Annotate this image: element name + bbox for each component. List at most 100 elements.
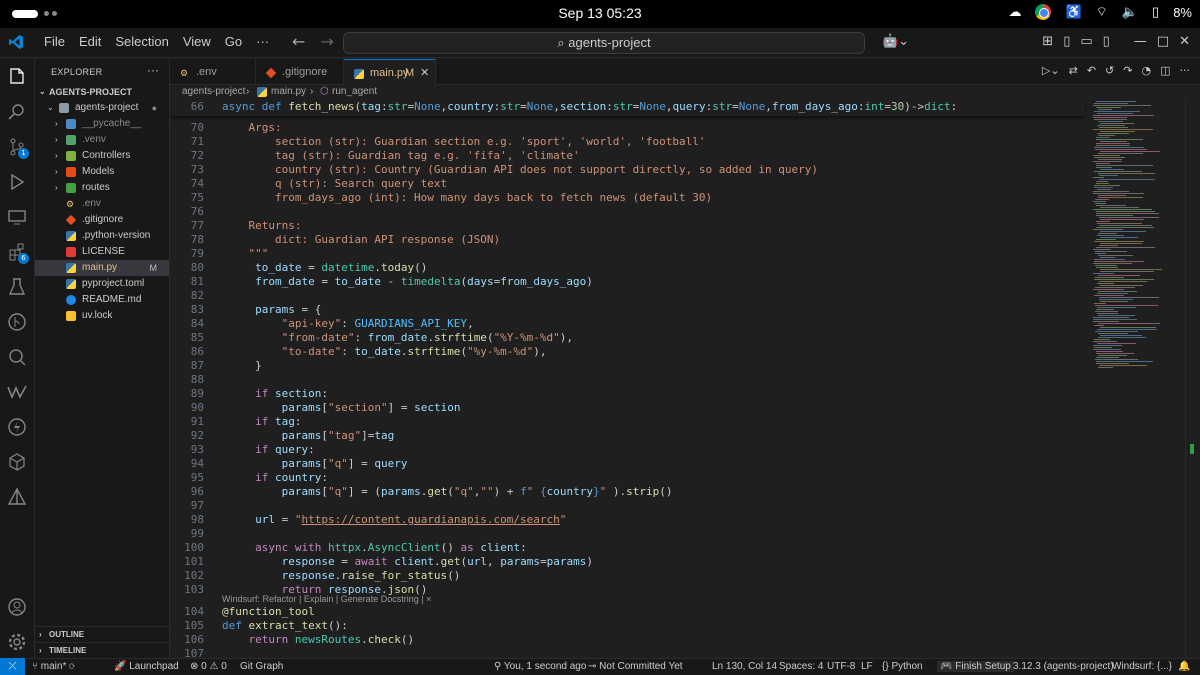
git-graph-button[interactable]: Git Graph (240, 661, 283, 672)
settings-gear-icon[interactable] (7, 632, 27, 652)
minimize-icon[interactable]: — (1134, 34, 1147, 49)
tab-gitignore[interactable]: .gitignore (256, 59, 344, 85)
minimap[interactable] (1085, 99, 1185, 658)
next-change-icon[interactable]: ↷ (1123, 64, 1132, 77)
launchpad-button[interactable]: 🚀 Launchpad (114, 661, 179, 672)
maximize-icon[interactable]: □ (1157, 34, 1169, 49)
tree-folder-agents-project[interactable]: ⌄ agents-project ● (35, 100, 169, 116)
wifi-icon[interactable]: ⌔ (1096, 4, 1108, 20)
more-actions-icon[interactable]: ··· (1180, 64, 1191, 77)
tree-folder-pycache[interactable]: › __pycache__ (35, 116, 169, 132)
end-of-line[interactable]: LF (861, 661, 873, 672)
forward-arrow-icon[interactable]: → (321, 32, 334, 51)
git-graph-icon[interactable] (7, 312, 27, 332)
vertical-scrollbar[interactable] (1185, 99, 1200, 658)
tree-file-pyproject[interactable]: pyproject.toml (35, 276, 169, 292)
database-icon[interactable] (7, 452, 27, 472)
battery-icon[interactable]: ▯ (1152, 4, 1159, 20)
command-center-search[interactable]: ⌕ agents-project (343, 32, 865, 54)
tree-file-gitignore[interactable]: .gitignore (35, 212, 169, 228)
menu-view[interactable]: View (176, 34, 218, 49)
windsurf-icon[interactable] (7, 382, 27, 402)
tree-folder-venv[interactable]: › .venv (35, 132, 169, 148)
close-icon[interactable]: ✕ (1179, 34, 1190, 49)
search-icon[interactable] (7, 102, 27, 122)
accessibility-icon[interactable]: ♿ (1065, 4, 1081, 20)
python-interpreter[interactable]: 3.12.3 (agents-project) (1013, 661, 1114, 672)
branch-indicator[interactable]: ⑂ main* ⟳ (32, 661, 75, 672)
close-tab-icon[interactable]: ✕ (420, 60, 429, 86)
encoding[interactable]: UTF-8 (827, 661, 855, 672)
testing-icon[interactable] (7, 277, 27, 297)
menu-file[interactable]: File (37, 34, 72, 49)
git-blame-indicator[interactable]: ⚲ You, 1 second ago (494, 661, 586, 672)
explorer-icon[interactable] (7, 67, 27, 87)
toggle-panel-icon[interactable]: ▭ (1080, 34, 1092, 49)
tree-folder-routes[interactable]: › routes (35, 180, 169, 196)
menu-go[interactable]: Go (218, 34, 249, 49)
run-icon[interactable]: ▷⌄ (1042, 64, 1060, 77)
chrome-icon[interactable] (1035, 4, 1052, 20)
tree-file-python-version[interactable]: .python-version (35, 228, 169, 244)
toggle-sidebar-icon[interactable]: ▯ (1063, 34, 1070, 49)
tree-folder-models[interactable]: › Models (35, 164, 169, 180)
previous-change-icon[interactable]: ↶ (1087, 64, 1096, 77)
compare-icon[interactable]: ⇄ (1069, 64, 1078, 77)
run-debug-icon[interactable] (7, 172, 27, 192)
breadcrumb-file[interactable]: main.py (271, 85, 306, 99)
tree-file-main-py[interactable]: main.py M (35, 260, 169, 276)
back-arrow-icon[interactable]: ← (292, 32, 305, 51)
notifications-bell-icon[interactable]: 🔔 (1178, 661, 1190, 672)
cursor-position[interactable]: Ln 130, Col 14 (712, 661, 777, 672)
copilot-icon[interactable]: 🤖⌄ (882, 34, 909, 49)
menu-selection[interactable]: Selection (108, 34, 175, 49)
breadcrumb-folder[interactable]: agents-project (182, 85, 245, 99)
outline-panel[interactable]: › OUTLINE (35, 626, 169, 642)
split-editor-icon[interactable]: ◫ (1160, 64, 1170, 77)
tree-file-uv-lock[interactable]: uv.lock (35, 308, 169, 324)
problems-indicator[interactable]: ⊗ 0 ⚠ 0 (190, 661, 227, 672)
minimap-line (1093, 161, 1122, 162)
remote-explorer-icon[interactable] (7, 207, 27, 227)
codelens-actions[interactable]: Windsurf: Refactor | Explain | Generate … (222, 594, 431, 604)
sticky-scroll-header[interactable]: 66 async def fetch_news(tag:str=None,cou… (170, 99, 1085, 116)
cloud-icon[interactable]: ☁ (1008, 4, 1021, 20)
outline-label: OUTLINE (49, 630, 85, 639)
minimap-line (1096, 143, 1130, 144)
docker-icon[interactable] (7, 347, 27, 367)
workspace-root[interactable]: ⌄ AGENTS-PROJECT (35, 84, 169, 100)
folder-icon (66, 119, 76, 129)
language-mode[interactable]: {} Python (882, 661, 923, 672)
menu-edit[interactable]: Edit (72, 34, 108, 49)
tree-file-env[interactable]: ⚙ .env (35, 196, 169, 212)
tree-file-license[interactable]: LICENSE (35, 244, 169, 260)
folder-icon (66, 167, 76, 177)
system-tray[interactable]: ☁ ♿ ⌔ 🔈 ▯ 8% (1008, 4, 1192, 20)
tree-file-readme[interactable]: README.md (35, 292, 169, 308)
breadcrumb-symbol[interactable]: run_agent (332, 85, 377, 99)
finish-setup-button[interactable]: 🎮 Finish Setup (937, 661, 1014, 672)
account-icon[interactable] (7, 597, 27, 617)
timeline-icon[interactable]: ◔ (1141, 64, 1151, 77)
extensions-icon[interactable]: 6 (7, 242, 29, 264)
toggle-secondary-sidebar-icon[interactable]: ▯ (1103, 34, 1110, 49)
remote-indicator-icon[interactable]: ⤫ (0, 658, 25, 675)
lightning-icon[interactable] (7, 417, 27, 437)
deploy-icon[interactable] (7, 487, 27, 507)
minimap-line (1098, 323, 1160, 324)
customize-layout-icon[interactable]: ⊞ (1042, 34, 1053, 49)
windsurf-status[interactable]: Windsurf: {...} (1112, 661, 1172, 672)
more-actions-icon[interactable]: ··· (147, 63, 159, 77)
source-control-icon[interactable]: 1 (7, 137, 29, 159)
minimap-line (1096, 213, 1159, 214)
code-editor[interactable]: 66 async def fetch_news(tag:str=None,cou… (170, 99, 1200, 658)
commit-indicator[interactable]: ⊸ Not Committed Yet (588, 661, 683, 672)
volume-icon[interactable]: 🔈 (1122, 4, 1138, 20)
tree-folder-controllers[interactable]: › Controllers (35, 148, 169, 164)
timeline-panel[interactable]: › TIMELINE (35, 642, 169, 658)
indentation[interactable]: Spaces: 4 (779, 661, 823, 672)
tab-env[interactable]: ⚙ .env (170, 59, 256, 85)
tab-main-py[interactable]: main.py M ✕ (344, 59, 436, 85)
menu-more[interactable]: ··· (249, 34, 276, 49)
revert-icon[interactable]: ↺ (1105, 64, 1114, 77)
